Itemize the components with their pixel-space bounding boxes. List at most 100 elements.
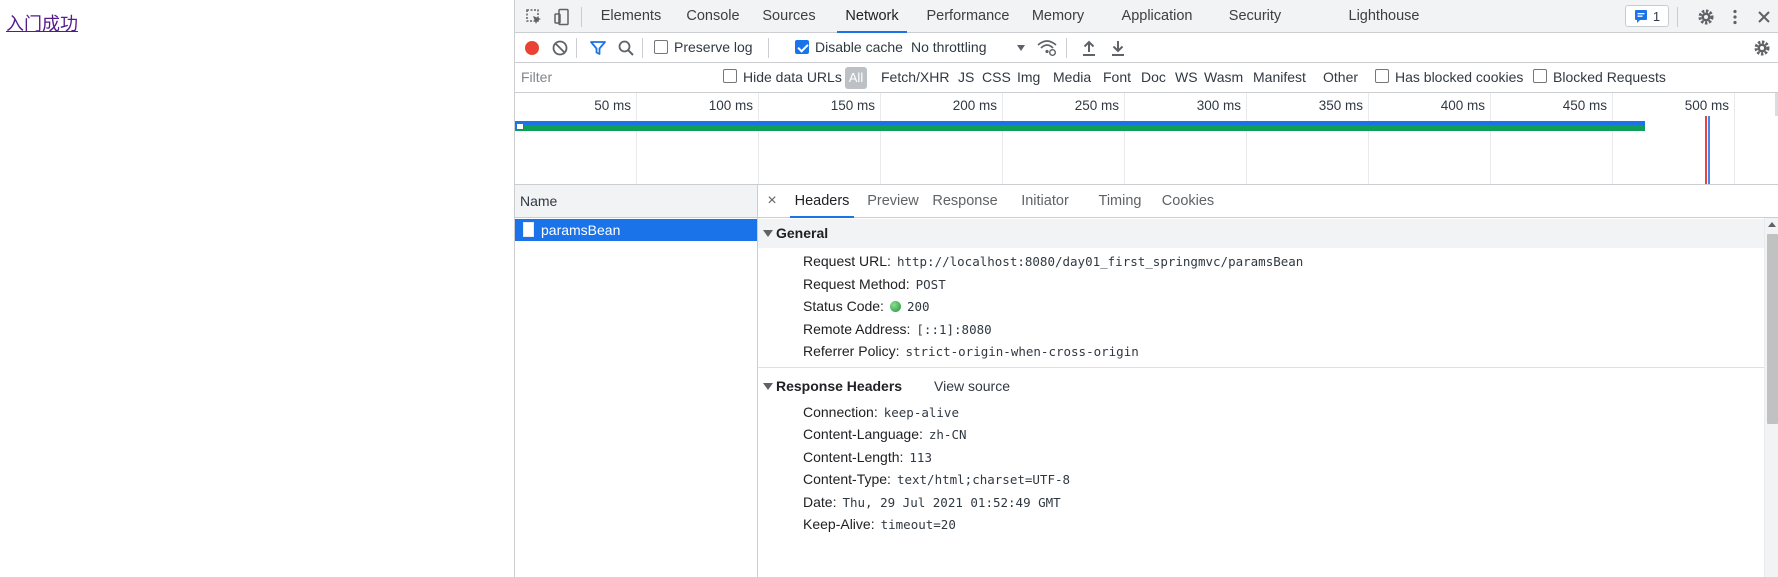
- tab-security[interactable]: Security: [1223, 0, 1287, 33]
- response-headers-section-header[interactable]: Response Headers View source: [758, 371, 1764, 401]
- hide-data-urls-checkbox[interactable]: [723, 69, 737, 83]
- tick-label: 300 ms: [1196, 98, 1241, 113]
- tab-cookies[interactable]: Cookies: [1158, 185, 1218, 218]
- request-bar-start: [516, 123, 524, 130]
- tab-network[interactable]: Network: [837, 0, 907, 33]
- header-key: Keep-Alive:: [803, 516, 875, 532]
- details-tabbar: × Headers Preview Response Initiator Tim…: [758, 185, 1778, 218]
- filter-input[interactable]: [517, 66, 709, 88]
- filter-type-manifest[interactable]: Manifest: [1253, 69, 1306, 85]
- gridline: [1612, 93, 1613, 184]
- header-value: strict-origin-when-cross-origin: [905, 344, 1139, 359]
- blocked-requests-label: Blocked Requests: [1553, 69, 1666, 85]
- header-value: zh-CN: [928, 427, 967, 442]
- filter-type-font[interactable]: Font: [1103, 69, 1131, 85]
- filter-type-doc[interactable]: Doc: [1141, 69, 1166, 85]
- network-settings-gear-icon[interactable]: [1751, 37, 1773, 59]
- header-row: Status Code: 200: [758, 295, 1764, 318]
- view-source-link[interactable]: View source: [934, 372, 1010, 401]
- request-bar-download: [515, 125, 1645, 131]
- search-icon[interactable]: [615, 37, 637, 59]
- tab-timing[interactable]: Timing: [1092, 185, 1148, 218]
- status-ok-icon: [889, 301, 901, 312]
- filter-type-js[interactable]: JS: [958, 69, 974, 85]
- header-key: Referrer Policy:: [803, 343, 900, 359]
- tab-application[interactable]: Application: [1105, 0, 1209, 33]
- filter-type-fetch-xhr[interactable]: Fetch/XHR: [881, 69, 949, 85]
- chevron-down-icon[interactable]: [1010, 37, 1032, 59]
- header-value: http://localhost:8080/day01_first_spring…: [896, 254, 1304, 269]
- tick-label: 450 ms: [1562, 98, 1607, 113]
- header-row: Content-Length: 113: [758, 446, 1764, 469]
- disable-cache-checkbox[interactable]: [795, 40, 809, 54]
- tab-initiator[interactable]: Initiator: [1013, 185, 1077, 218]
- blocked-requests-checkbox[interactable]: [1533, 69, 1547, 83]
- filter-type-media[interactable]: Media: [1053, 69, 1091, 85]
- record-icon[interactable]: [521, 37, 543, 59]
- gridline: [1490, 93, 1491, 184]
- import-har-icon[interactable]: [1078, 37, 1100, 59]
- tab-console[interactable]: Console: [683, 0, 743, 33]
- close-devtools-icon[interactable]: [1753, 6, 1775, 28]
- settings-gear-icon[interactable]: [1695, 6, 1717, 28]
- filter-icon[interactable]: [587, 37, 609, 59]
- issues-badge[interactable]: 1: [1625, 5, 1669, 27]
- scroll-up-arrow-icon[interactable]: [1768, 222, 1776, 227]
- filter-type-ws[interactable]: WS: [1175, 69, 1198, 85]
- name-column-header[interactable]: Name: [515, 185, 757, 218]
- preserve-log-checkbox[interactable]: [654, 40, 668, 54]
- header-key: Date:: [803, 493, 837, 510]
- header-value: timeout=20: [880, 517, 956, 532]
- clear-icon[interactable]: [549, 37, 571, 59]
- header-key: Content-Type:: [803, 471, 891, 487]
- tab-sources[interactable]: Sources: [758, 0, 820, 33]
- throttling-select[interactable]: No throttling: [911, 39, 986, 55]
- filter-type-css[interactable]: CSS: [982, 69, 1011, 85]
- gridline: [880, 93, 881, 184]
- filter-all-chip[interactable]: All: [845, 67, 867, 89]
- tab-elements[interactable]: Elements: [595, 0, 667, 33]
- general-section-header[interactable]: General: [758, 219, 1764, 248]
- device-toolbar-icon[interactable]: [551, 6, 573, 28]
- header-key: Remote Address:: [803, 320, 911, 337]
- filter-type-wasm[interactable]: Wasm: [1204, 69, 1243, 85]
- tab-response[interactable]: Response: [928, 185, 1002, 218]
- network-conditions-icon[interactable]: [1036, 37, 1058, 59]
- dom-content-loaded-marker: [1708, 116, 1710, 184]
- details-scrollbar[interactable]: [1764, 218, 1778, 577]
- headers-content: General Request URL: http://localhost:808…: [758, 219, 1764, 536]
- header-value: POST: [915, 276, 946, 292]
- tab-preview[interactable]: Preview: [865, 185, 921, 218]
- header-row: Remote Address: [::1]:8080: [758, 318, 1764, 341]
- header-row: Content-Type: text/html;charset=UTF-8: [758, 468, 1764, 491]
- tab-headers[interactable]: Headers: [790, 185, 854, 218]
- message-icon: [1634, 10, 1647, 23]
- tab-memory[interactable]: Memory: [1025, 0, 1091, 33]
- more-options-icon[interactable]: [1724, 6, 1746, 28]
- inspect-element-icon[interactable]: [523, 6, 545, 28]
- has-blocked-cookies-checkbox[interactable]: [1375, 69, 1389, 83]
- close-details-icon[interactable]: ×: [762, 191, 782, 211]
- export-har-icon[interactable]: [1107, 37, 1129, 59]
- header-value: 113: [909, 449, 932, 465]
- issues-count: 1: [1652, 8, 1661, 24]
- collapse-triangle-icon: [763, 230, 773, 237]
- header-row: Referrer Policy: strict-origin-when-cross…: [758, 340, 1764, 363]
- separator: [1066, 38, 1067, 58]
- network-toolbar: Preserve log Disable cache No throttling: [515, 33, 1778, 63]
- collapse-triangle-icon: [763, 382, 773, 390]
- filter-type-other[interactable]: Other: [1323, 69, 1358, 85]
- request-list: Name paramsBean: [515, 185, 758, 577]
- tab-lighthouse[interactable]: Lighthouse: [1289, 0, 1479, 33]
- tab-performance[interactable]: Performance: [922, 0, 1014, 33]
- header-row: Content-Language: zh-CN: [758, 423, 1764, 446]
- timeline-overview[interactable]: 50 ms 100 ms 150 ms 200 ms 250 ms 300 ms…: [515, 93, 1778, 185]
- devtools-panel: Elements Console Sources Network Perform…: [514, 0, 1778, 577]
- request-row[interactable]: paramsBean: [515, 219, 757, 241]
- filter-type-img[interactable]: Img: [1017, 69, 1040, 85]
- gridline: [636, 93, 637, 184]
- scrollbar-thumb[interactable]: [1767, 234, 1778, 424]
- separator: [581, 7, 582, 27]
- success-link[interactable]: 入门成功: [6, 10, 78, 36]
- general-title: General: [776, 225, 829, 241]
